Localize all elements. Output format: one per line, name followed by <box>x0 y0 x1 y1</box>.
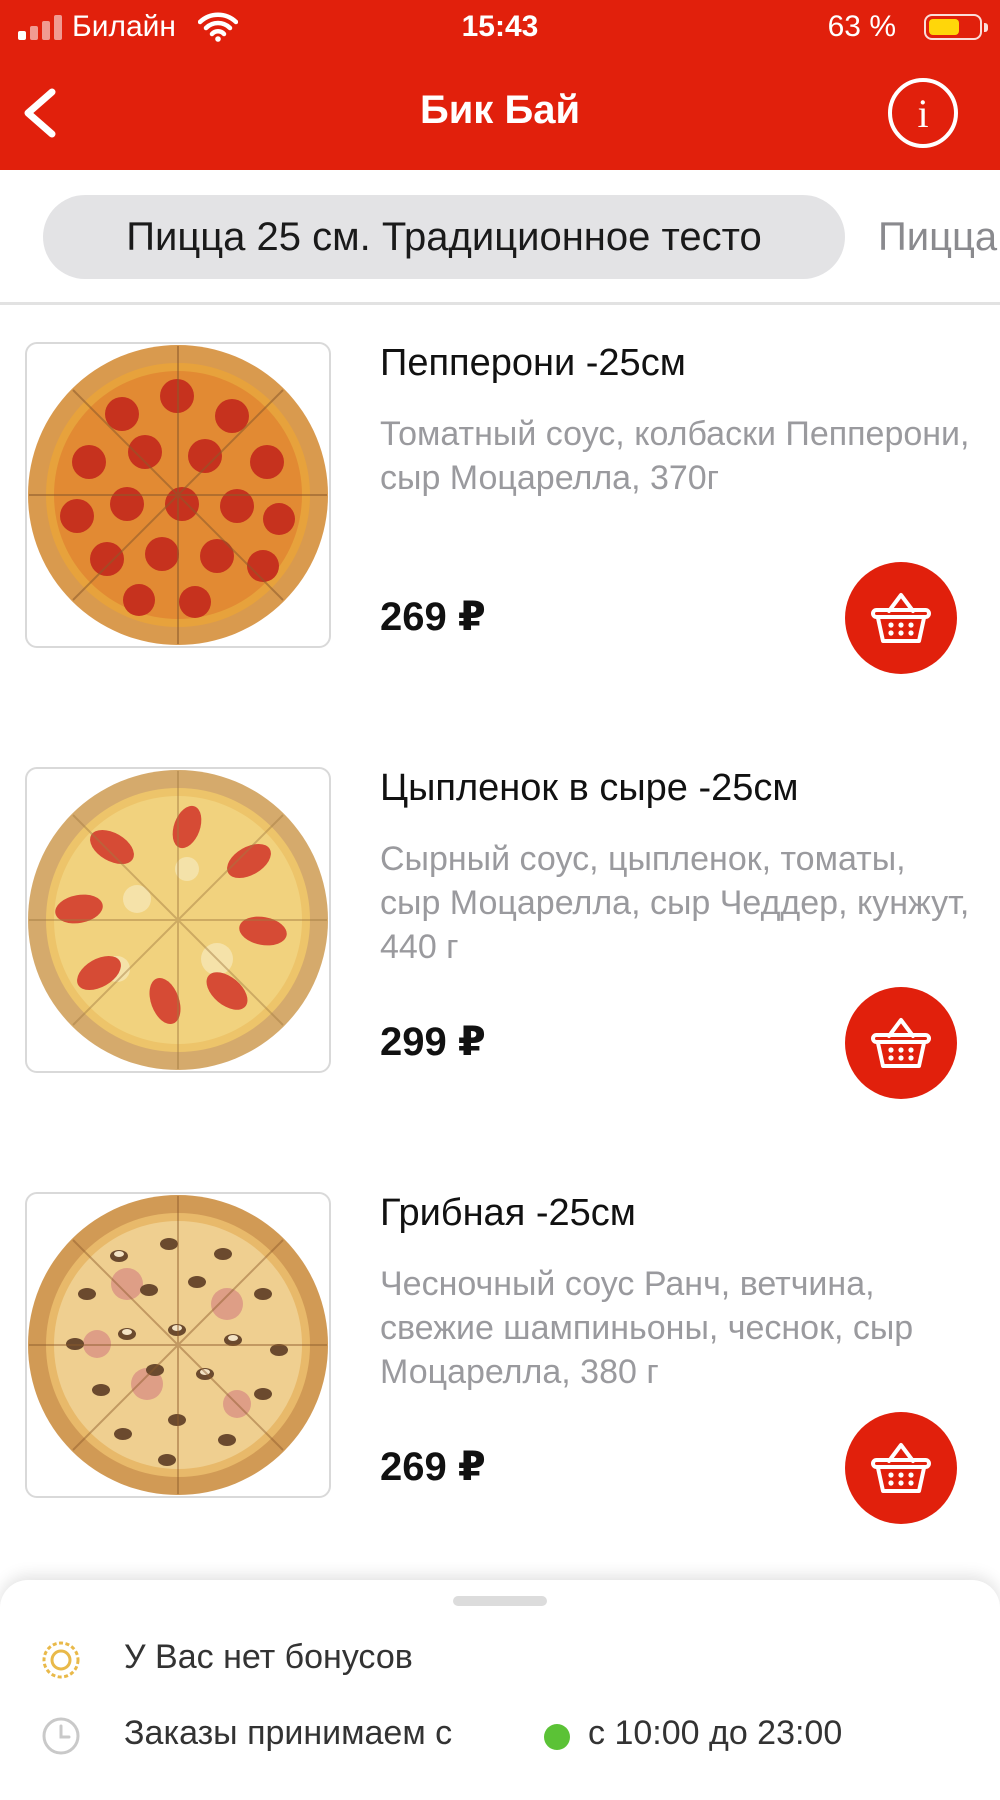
info-button[interactable]: i <box>888 78 958 148</box>
info-icon: i <box>917 90 929 136</box>
orders-text: Заказы принимаем с <box>124 1714 453 1752</box>
divider <box>0 302 1000 305</box>
mushroom-pizza-photo <box>25 1192 331 1498</box>
clock-icon <box>42 1717 80 1755</box>
category-tabs: Пицца 25 см. Традиционное тесто Пицца <box>0 170 1000 302</box>
add-to-cart-button[interactable] <box>845 562 957 674</box>
basket-icon <box>871 1018 931 1068</box>
product-description: Чесночный соус Ранч, ветчина, свежие шам… <box>380 1265 914 1391</box>
status-bar: Билайн 15:43 63 % <box>0 0 1000 56</box>
battery-percent: 63 % <box>827 10 896 43</box>
product-description: Томатный соус, колбаски Пепперони, сыр М… <box>380 415 970 497</box>
order-hours-row: Заказы принимаем с с 10:00 до 23:00 <box>0 1712 1000 1762</box>
product-card[interactable]: Пепперони -25см Томатный соус, колбаски … <box>0 342 1000 674</box>
bonus-text: У Вас нет бонусов <box>124 1638 413 1676</box>
bonus-coin-icon <box>42 1641 80 1679</box>
product-name: Пепперони -25см <box>380 342 686 384</box>
basket-icon <box>871 1443 931 1493</box>
product-price: 269 ₽ <box>380 595 486 639</box>
basket-icon <box>871 593 931 643</box>
add-to-cart-button[interactable] <box>845 987 957 1099</box>
info-bottom-sheet[interactable]: У Вас нет бонусов Заказы принимаем с с 1… <box>0 1580 1000 1800</box>
product-description: Сырный соус, цыпленок, томаты, сыр Моцар… <box>380 840 970 966</box>
product-card[interactable]: Цыпленок в сыре -25см Сырный соус, цыпле… <box>0 767 1000 1099</box>
battery-icon <box>924 14 988 40</box>
top-app-bar: Билайн 15:43 63 % Бик Бай i <box>0 0 1000 170</box>
working-hours: с 10:00 до 23:00 <box>588 1714 843 1752</box>
pepperoni-pizza-photo <box>25 342 331 648</box>
tab-pizza-25-traditional[interactable]: Пицца 25 см. Традиционное тесто <box>43 195 845 279</box>
tab-pizza-next[interactable]: Пицца <box>878 195 997 279</box>
chicken-cheese-pizza-photo <box>25 767 331 1073</box>
product-name: Цыпленок в сыре -25см <box>380 767 799 809</box>
product-price: 269 ₽ <box>380 1445 486 1489</box>
page-title: Бик Бай <box>419 88 581 132</box>
sheet-grabber[interactable] <box>453 1596 547 1606</box>
product-price: 299 ₽ <box>380 1020 486 1064</box>
add-to-cart-button[interactable] <box>845 1412 957 1524</box>
open-status-dot <box>544 1724 570 1750</box>
bonus-row: У Вас нет бонусов <box>0 1636 1000 1686</box>
product-card[interactable]: Грибная -25см Чесночный соус Ранч, ветчи… <box>0 1192 1000 1524</box>
product-name: Грибная -25см <box>380 1192 636 1234</box>
